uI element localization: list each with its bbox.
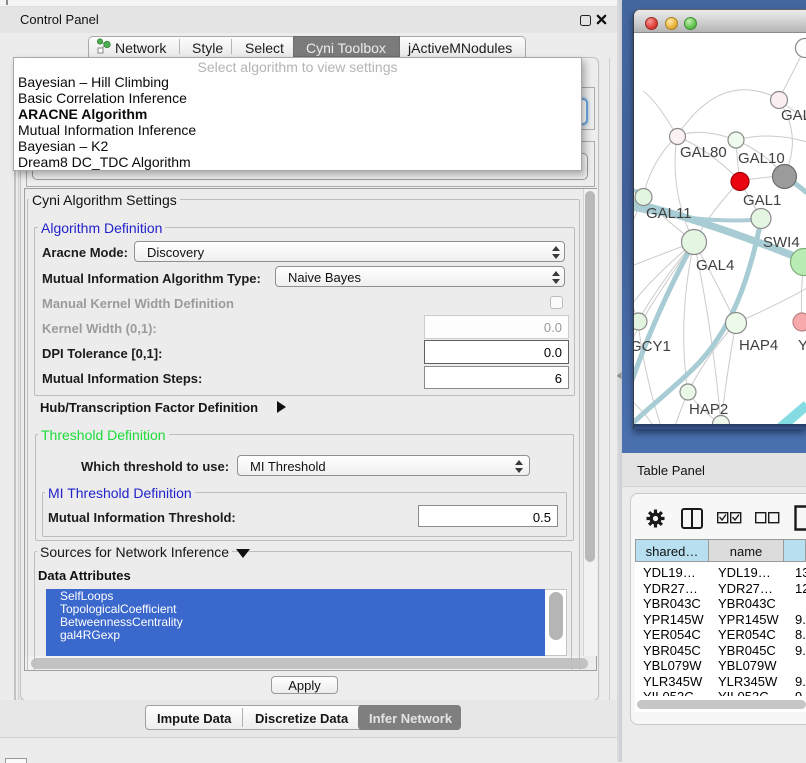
svg-text:GAL11: GAL11 [646, 205, 692, 222]
svg-text:GAL80: GAL80 [680, 144, 727, 161]
svg-text:Y: Y [798, 337, 806, 354]
svg-text:GAL1: GAL1 [743, 192, 781, 209]
svg-text:GAL10: GAL10 [738, 150, 785, 167]
svg-text:GAL4: GAL4 [696, 257, 734, 274]
svg-text:SWI4: SWI4 [763, 234, 800, 251]
svg-text:HAP4: HAP4 [739, 337, 778, 354]
svg-text:GCY1: GCY1 [634, 338, 671, 355]
svg-text:GAL2: GAL2 [781, 107, 806, 124]
svg-text:HAP2: HAP2 [689, 401, 728, 418]
